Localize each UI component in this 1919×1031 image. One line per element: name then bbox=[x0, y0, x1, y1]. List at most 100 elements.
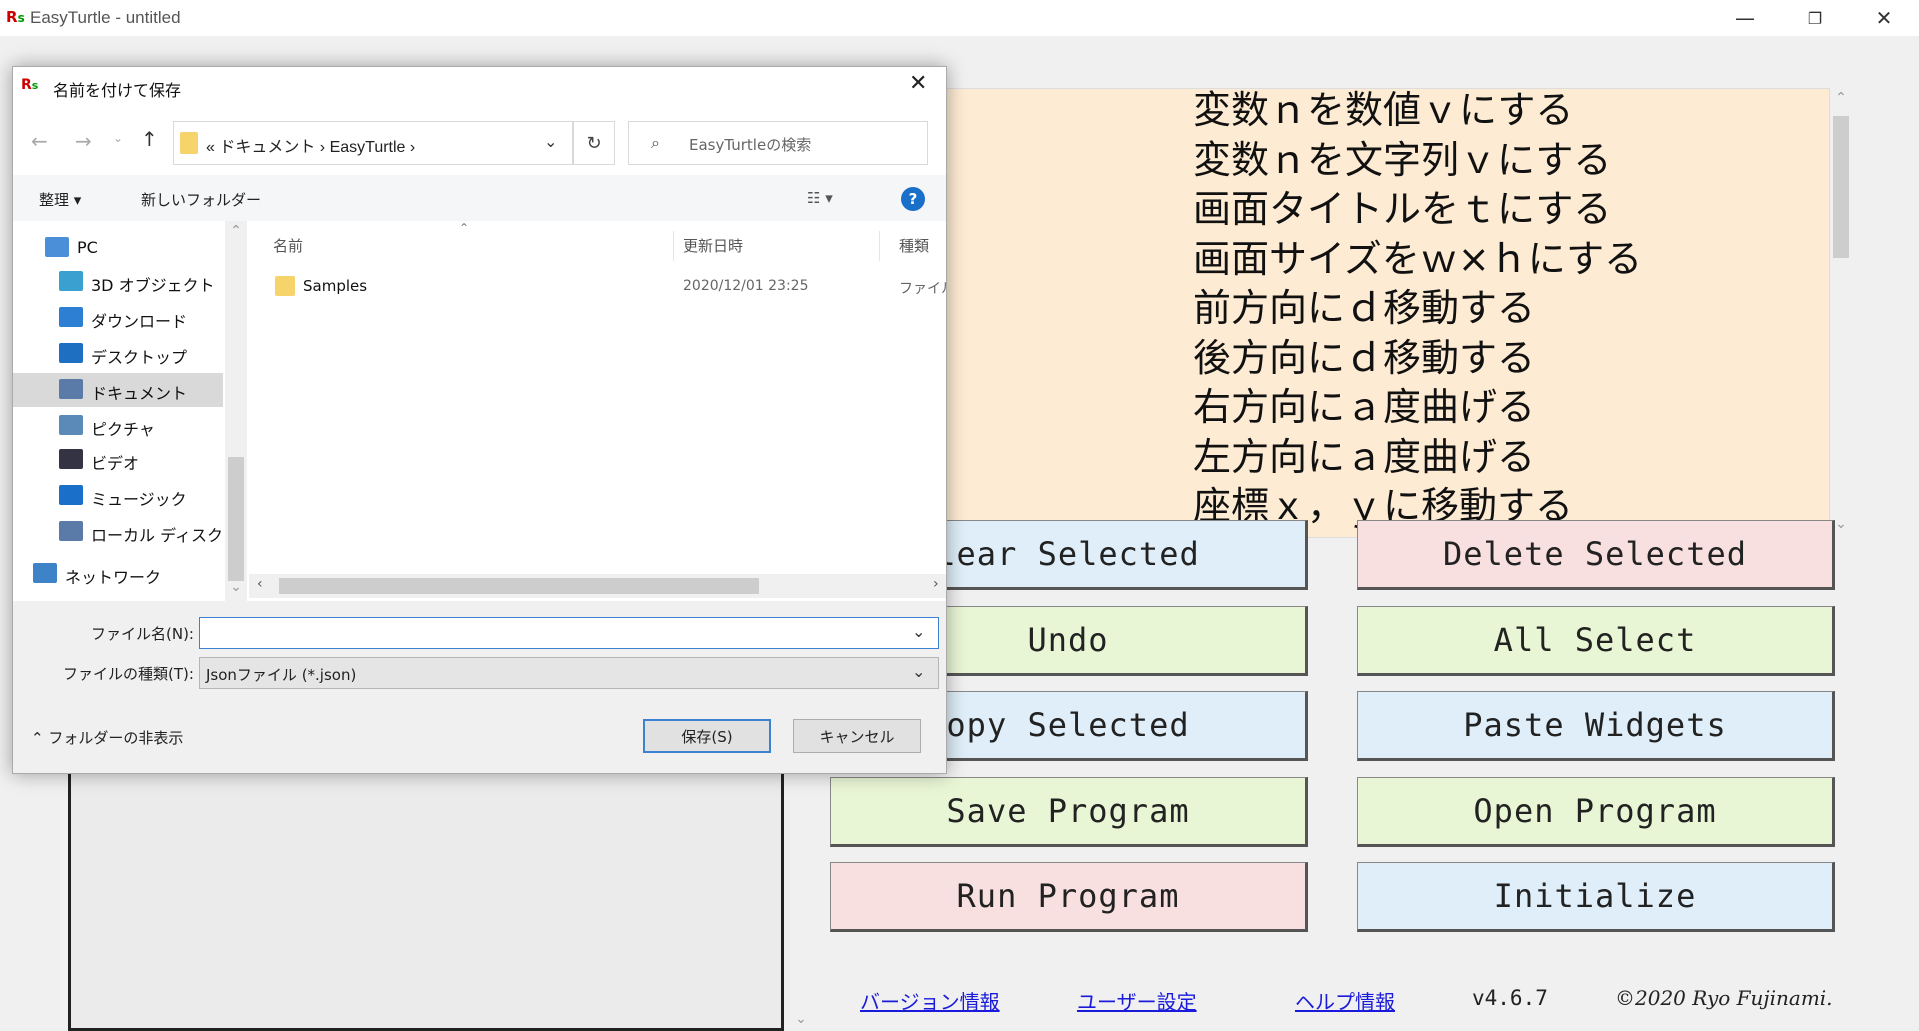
version-info-link[interactable]: バージョン情報 bbox=[860, 986, 1000, 1015]
pc-icon bbox=[45, 237, 69, 257]
command-reference-list[interactable]: umber変数ｎを数値ｖにするtring変数ｎを文字列ｖにするe画面タイトルをｔ… bbox=[830, 88, 1830, 538]
reference-description: 画面タイトルをｔにする bbox=[1193, 187, 1612, 231]
filename-input[interactable]: ⌄ bbox=[199, 617, 939, 649]
scroll-thumb[interactable] bbox=[1833, 116, 1849, 258]
dialog-toolbar: 整理 ▾ 新しいフォルダー ☷ ▾ ? bbox=[13, 175, 946, 221]
reference-row[interactable]: etry画面サイズをｗ×ｈにする bbox=[831, 234, 1829, 284]
reference-description: 右方向にａ度曲げる bbox=[1193, 385, 1536, 429]
cancel-button[interactable]: キャンセル bbox=[793, 719, 921, 753]
recent-chevron-icon[interactable]: ⌄ bbox=[113, 131, 123, 145]
horizontal-scrollbar[interactable]: ‹ › bbox=[249, 574, 946, 598]
dialog-close-icon[interactable]: ✕ bbox=[909, 71, 927, 96]
scroll-thumb[interactable] bbox=[228, 457, 244, 581]
nav-item-label: デスクトップ bbox=[91, 348, 188, 367]
nav-item[interactable]: ネットワーク bbox=[13, 557, 223, 591]
3d-objects-icon bbox=[59, 271, 83, 291]
network-icon bbox=[33, 563, 57, 583]
nav-item[interactable]: デスクトップ bbox=[13, 337, 223, 371]
reference-description: 変数ｎを文字列ｖにする bbox=[1193, 137, 1612, 182]
restore-button[interactable]: ❐ bbox=[1780, 0, 1850, 36]
reference-row[interactable]: 左方向にａ度曲げる bbox=[831, 432, 1829, 482]
filetype-value: Jsonファイル (*.json) bbox=[206, 666, 357, 684]
nav-item-label: PC bbox=[77, 238, 98, 257]
help-icon[interactable]: ? bbox=[901, 187, 925, 211]
hide-folders-label: フォルダーの非表示 bbox=[48, 729, 184, 747]
folder-icon bbox=[275, 276, 295, 296]
reference-row[interactable]: umber変数ｎを数値ｖにする bbox=[831, 88, 1829, 135]
nav-item[interactable]: ビデオ bbox=[13, 443, 223, 477]
reference-description: 左方向にａ度曲げる bbox=[1193, 434, 1536, 479]
column-header-modified[interactable]: 更新日時 bbox=[683, 235, 743, 256]
hide-folders-toggle[interactable]: ⌃ フォルダーの非表示 bbox=[31, 727, 183, 748]
reference-row[interactable]: ard前方向にｄ移動する bbox=[831, 283, 1829, 333]
file-modified: 2020/12/01 23:25 bbox=[683, 278, 809, 294]
address-dropdown-icon[interactable]: ⌄ bbox=[544, 132, 557, 151]
back-arrow-icon[interactable]: ← bbox=[31, 129, 48, 153]
save-button[interactable]: 保存(S) bbox=[643, 719, 771, 753]
search-input[interactable]: ⌕ EasyTurtleの検索 bbox=[628, 121, 928, 165]
dialog-bottom-panel: ファイル名(N): ⌄ ファイルの種類(T): Jsonファイル (*.json… bbox=[13, 601, 946, 773]
filetype-select[interactable]: Jsonファイル (*.json) ⌄ bbox=[199, 657, 939, 689]
initialize-button[interactable]: Initialize bbox=[1357, 862, 1835, 932]
scroll-up-icon[interactable]: ⌃ bbox=[225, 223, 247, 239]
reference-row[interactable]: e画面タイトルをｔにする bbox=[831, 184, 1829, 234]
paste-widgets-button[interactable]: Paste Widgets bbox=[1357, 691, 1835, 761]
reference-row[interactable]: tring変数ｎを文字列ｖにする bbox=[831, 135, 1829, 185]
music-icon bbox=[59, 485, 83, 505]
organize-menu[interactable]: 整理 ▾ bbox=[39, 189, 81, 210]
file-list[interactable]: 名前 ⌃ 更新日時 種類 Samples 2020/12/01 23:25 ファイル bbox=[249, 221, 946, 574]
reference-row[interactable]: ward後方向にｄ移動する bbox=[831, 333, 1829, 383]
refresh-icon[interactable]: ↻ bbox=[573, 121, 615, 165]
new-folder-button[interactable]: 新しいフォルダー bbox=[141, 189, 261, 210]
help-info-link[interactable]: ヘルプ情報 bbox=[1295, 986, 1395, 1015]
view-options-icon[interactable]: ☷ ▾ bbox=[807, 189, 833, 207]
column-header-name[interactable]: 名前 bbox=[273, 235, 303, 256]
nav-item[interactable]: PC bbox=[13, 231, 223, 265]
minimize-button[interactable]: — bbox=[1710, 0, 1780, 36]
nav-item[interactable]: ピクチャ bbox=[13, 409, 223, 443]
dialog-app-icon: Rs bbox=[21, 77, 39, 93]
scroll-down-icon[interactable]: ⌄ bbox=[790, 1011, 812, 1027]
forward-arrow-icon[interactable]: → bbox=[75, 129, 92, 153]
nav-item[interactable]: ミュージック bbox=[13, 479, 223, 513]
column-header-type[interactable]: 種類 bbox=[899, 235, 929, 256]
scroll-down-icon[interactable]: ⌄ bbox=[225, 579, 247, 595]
nav-item-label: ピクチャ bbox=[91, 420, 155, 439]
run-program-button[interactable]: Run Program bbox=[830, 862, 1308, 932]
file-row[interactable]: Samples 2020/12/01 23:25 ファイル bbox=[249, 269, 946, 303]
navigation-pane[interactable]: PC 3D オブジェクト ダウンロードデスクトップ ドキュメント ピクチャビデオ ミュージ… bbox=[13, 221, 248, 601]
pictures-icon bbox=[59, 415, 83, 435]
search-placeholder: EasyTurtleの検索 bbox=[689, 136, 812, 154]
up-arrow-icon[interactable]: ↑ bbox=[141, 127, 158, 151]
save-program-button[interactable]: Save Program bbox=[830, 777, 1308, 847]
delete-selected-button[interactable]: Delete Selected bbox=[1357, 520, 1835, 590]
nav-item[interactable]: ローカル ディスク (C bbox=[13, 515, 245, 549]
all-select-button[interactable]: All Select bbox=[1357, 606, 1835, 676]
reference-description: 変数ｎを数値ｖにする bbox=[1193, 88, 1574, 132]
address-bar[interactable]: « ドキュメント › EasyTurtle › ⌄ bbox=[173, 121, 573, 165]
chevron-down-icon[interactable]: ⌄ bbox=[912, 622, 925, 641]
nav-scrollbar[interactable]: ⌃ ⌄ bbox=[225, 221, 247, 601]
nav-item[interactable]: ドキュメント bbox=[13, 373, 223, 407]
documents-icon bbox=[59, 379, 83, 399]
chevron-down-icon[interactable]: ⌄ bbox=[912, 662, 925, 681]
user-settings-link[interactable]: ユーザー設定 bbox=[1077, 986, 1197, 1015]
disk-icon bbox=[59, 521, 83, 541]
file-name: Samples bbox=[303, 277, 368, 295]
scroll-right-icon[interactable]: › bbox=[933, 576, 939, 592]
reference-scrollbar[interactable]: ⌃ ⌄ bbox=[1830, 88, 1852, 538]
nav-item[interactable]: 3D オブジェクト bbox=[13, 265, 223, 299]
scroll-thumb[interactable] bbox=[279, 578, 759, 594]
reference-description: 後方向にｄ移動する bbox=[1193, 335, 1536, 380]
open-program-button[interactable]: Open Program bbox=[1357, 777, 1835, 847]
close-button[interactable]: ✕ bbox=[1849, 0, 1919, 36]
scroll-up-icon[interactable]: ⌃ bbox=[1830, 90, 1852, 106]
nav-item[interactable]: ダウンロード bbox=[13, 301, 223, 335]
filename-label: ファイル名(N): bbox=[91, 625, 194, 643]
reference-row[interactable]: t右方向にａ度曲げる bbox=[831, 382, 1829, 432]
dialog-title: 名前を付けて保存 bbox=[53, 83, 182, 100]
nav-item-label: ドキュメント bbox=[91, 384, 188, 403]
scroll-left-icon[interactable]: ‹ bbox=[257, 576, 263, 592]
sort-chevron-icon: ⌃ bbox=[459, 221, 470, 235]
address-path: « ドキュメント › EasyTurtle › bbox=[206, 139, 416, 156]
